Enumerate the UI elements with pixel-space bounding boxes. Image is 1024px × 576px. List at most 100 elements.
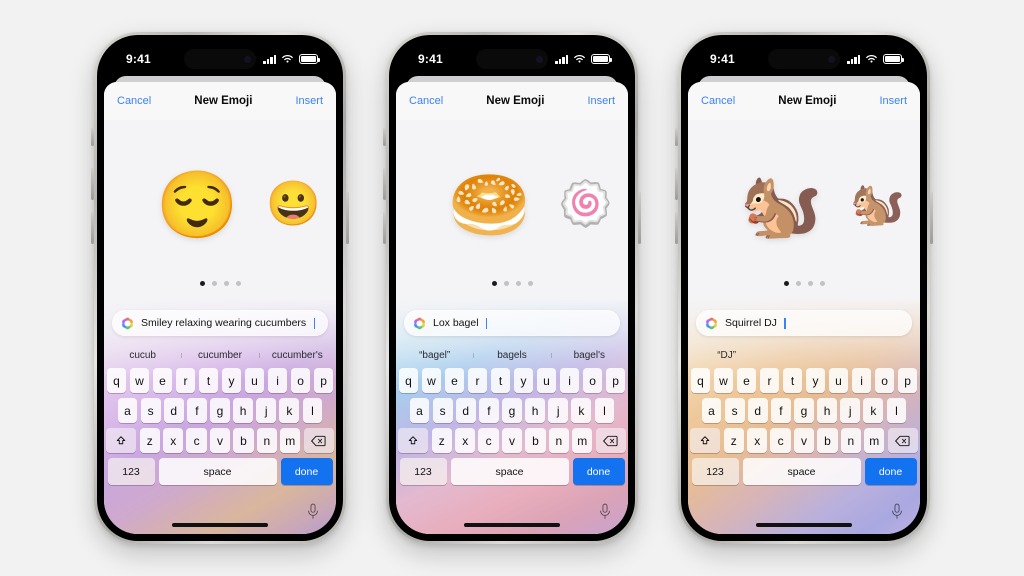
key-o[interactable]: o xyxy=(582,368,603,393)
page-dot-3[interactable] xyxy=(807,281,813,286)
key-p[interactable]: p xyxy=(897,368,918,393)
key-w[interactable]: w xyxy=(129,368,150,393)
numbers-key[interactable]: 123 xyxy=(691,458,739,485)
volume-down-button[interactable] xyxy=(675,212,678,244)
numbers-key[interactable]: 123 xyxy=(107,458,155,485)
key-v[interactable]: v xyxy=(501,428,523,453)
power-button[interactable] xyxy=(638,192,641,244)
key-n[interactable]: n xyxy=(548,428,569,453)
emoji-secondary-result[interactable]: 😀 xyxy=(266,182,321,227)
page-indicator[interactable] xyxy=(104,281,336,286)
key-p[interactable]: p xyxy=(605,368,626,393)
key-n[interactable]: n xyxy=(840,428,861,453)
key-i[interactable]: i xyxy=(851,368,872,393)
emoji-preview-canvas[interactable]: 🐿️ 🐿️ xyxy=(688,120,920,300)
suggestion-1[interactable]: “bagel” xyxy=(396,350,473,361)
suggestion-2[interactable]: bagels xyxy=(473,350,550,361)
key-s[interactable]: s xyxy=(724,398,745,423)
key-l[interactable]: l xyxy=(886,398,907,423)
key-l[interactable]: l xyxy=(594,398,615,423)
insert-button[interactable]: Insert xyxy=(879,95,907,107)
suggestion-1[interactable]: cucub xyxy=(104,350,181,361)
key-a[interactable]: a xyxy=(117,398,138,423)
cancel-button[interactable]: Cancel xyxy=(117,95,151,107)
numbers-key[interactable]: 123 xyxy=(399,458,447,485)
key-u[interactable]: u xyxy=(536,368,557,393)
suggestion-3[interactable]: bagel's xyxy=(550,350,628,361)
key-z[interactable]: z xyxy=(431,428,452,453)
done-key[interactable]: done xyxy=(864,458,917,485)
key-c[interactable]: c xyxy=(478,428,499,453)
key-a[interactable]: a xyxy=(701,398,722,423)
silence-switch[interactable] xyxy=(91,128,94,146)
volume-up-button[interactable] xyxy=(383,168,386,200)
page-indicator[interactable] xyxy=(688,281,920,286)
key-b[interactable]: b xyxy=(817,428,838,453)
key-m[interactable]: m xyxy=(864,428,885,453)
key-f[interactable]: f xyxy=(770,398,791,423)
key-p[interactable]: p xyxy=(313,368,334,393)
emoji-preview-canvas[interactable]: 😌 😀 xyxy=(104,120,336,300)
key-w[interactable]: w xyxy=(421,368,442,393)
key-j[interactable]: j xyxy=(548,398,569,423)
key-q[interactable]: q xyxy=(690,368,711,393)
key-n[interactable]: n xyxy=(256,428,277,453)
key-o[interactable]: o xyxy=(874,368,895,393)
emoji-primary-result[interactable]: 🥯 xyxy=(448,172,530,238)
prompt-input[interactable]: Squirrel DJ xyxy=(696,310,912,336)
page-indicator[interactable] xyxy=(396,281,628,286)
shift-arrow-icon[interactable] xyxy=(398,428,429,453)
key-d[interactable]: d xyxy=(455,398,476,423)
silence-switch[interactable] xyxy=(383,128,386,146)
insert-button[interactable]: Insert xyxy=(295,95,323,107)
microphone-icon[interactable] xyxy=(890,503,904,521)
key-k[interactable]: k xyxy=(279,398,300,423)
key-r[interactable]: r xyxy=(467,368,488,393)
cancel-button[interactable]: Cancel xyxy=(409,95,443,107)
space-key[interactable]: space xyxy=(742,458,861,485)
key-r[interactable]: r xyxy=(175,368,196,393)
volume-up-button[interactable] xyxy=(675,168,678,200)
key-d[interactable]: d xyxy=(747,398,768,423)
key-c[interactable]: c xyxy=(770,428,791,453)
key-z[interactable]: z xyxy=(723,428,744,453)
key-u[interactable]: u xyxy=(244,368,265,393)
page-dot-2[interactable] xyxy=(211,281,217,286)
key-t[interactable]: t xyxy=(782,368,803,393)
volume-down-button[interactable] xyxy=(383,212,386,244)
suggestion-2[interactable]: cucumber xyxy=(181,350,258,361)
emoji-primary-result[interactable]: 😌 xyxy=(156,172,238,238)
key-g[interactable]: g xyxy=(502,398,522,423)
key-f[interactable]: f xyxy=(478,398,499,423)
done-key[interactable]: done xyxy=(280,458,333,485)
key-o[interactable]: o xyxy=(290,368,311,393)
page-dot-3[interactable] xyxy=(515,281,521,286)
key-y[interactable]: y xyxy=(805,368,826,393)
key-s[interactable]: s xyxy=(140,398,161,423)
page-dot-2[interactable] xyxy=(795,281,801,286)
emoji-carousel[interactable]: 🥯 🍥 xyxy=(396,172,628,238)
key-h[interactable]: h xyxy=(817,398,838,423)
key-w[interactable]: w xyxy=(713,368,734,393)
insert-button[interactable]: Insert xyxy=(587,95,615,107)
key-l[interactable]: l xyxy=(302,398,323,423)
emoji-secondary-result[interactable]: 🐿️ xyxy=(850,182,905,227)
suggestion-1[interactable]: “DJ” xyxy=(688,350,765,361)
key-m[interactable]: m xyxy=(280,428,301,453)
prompt-input[interactable]: Smiley relaxing wearing cucumbers xyxy=(112,310,328,336)
page-dot-1[interactable] xyxy=(783,281,789,286)
volume-down-button[interactable] xyxy=(91,212,94,244)
home-indicator[interactable] xyxy=(464,523,560,527)
page-dot-4[interactable] xyxy=(527,281,533,286)
key-x[interactable]: x xyxy=(455,428,476,453)
key-e[interactable]: e xyxy=(736,368,757,393)
microphone-icon[interactable] xyxy=(306,503,320,521)
microphone-icon[interactable] xyxy=(598,503,612,521)
key-k[interactable]: k xyxy=(863,398,884,423)
key-e[interactable]: e xyxy=(152,368,173,393)
key-i[interactable]: i xyxy=(559,368,580,393)
page-dot-1[interactable] xyxy=(491,281,497,286)
emoji-carousel[interactable]: 🐿️ 🐿️ xyxy=(688,172,920,238)
silence-switch[interactable] xyxy=(675,128,678,146)
home-indicator[interactable] xyxy=(172,523,268,527)
